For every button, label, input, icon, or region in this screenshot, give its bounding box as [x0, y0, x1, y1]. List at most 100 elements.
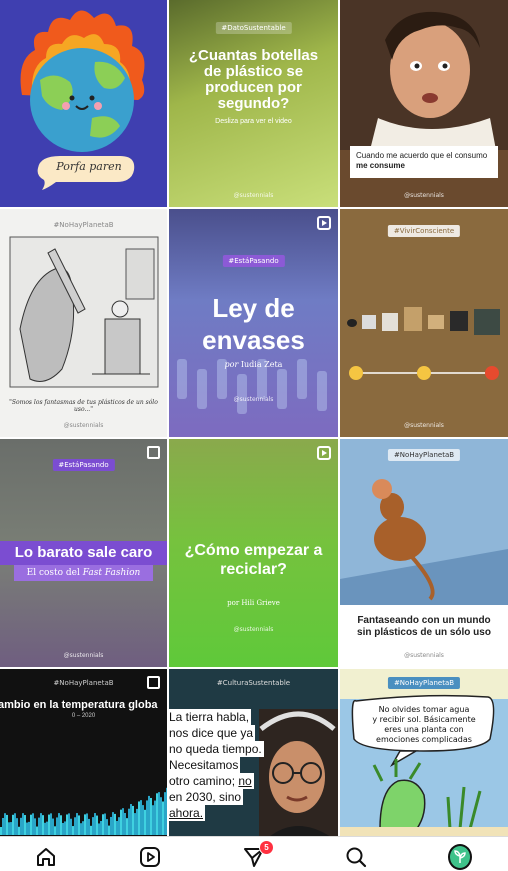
cartoon-caption: "Somos los fantasmas de tus plásticos de…: [9, 399, 158, 413]
temperature-stripe: [34, 818, 36, 835]
speech-bubble-text: Porfa paren: [56, 160, 122, 173]
hashtag-badge: #EstáPasando: [222, 255, 285, 267]
temperature-stripe: [124, 813, 126, 835]
temperature-stripe: [134, 813, 136, 835]
packaging-items-illustration: [347, 307, 500, 380]
temperature-stripe: [164, 792, 166, 835]
post-fast-fashion[interactable]: #EstáPasando Lo barato sale caro El cost…: [0, 439, 167, 667]
temperature-stripe: [44, 822, 46, 835]
post-renaissance-meme[interactable]: Cuando me acuerdo que el consumo me cons…: [340, 0, 508, 207]
quote-line-5: otro camino; no: [169, 773, 254, 789]
temperature-stripe: [58, 813, 60, 835]
temperature-stripe: [70, 818, 72, 835]
temperature-stripe: [118, 817, 120, 835]
temperature-stripe: [72, 826, 74, 835]
temperature-stripe: [54, 826, 56, 835]
temperature-stripe: [166, 787, 167, 835]
post-como-reciclar[interactable]: ¿Cómo empezar a reciclar? por Hili Griev…: [169, 439, 338, 667]
temperature-stripe: [18, 826, 20, 835]
temperature-stripe: [86, 813, 88, 835]
temperature-stripe: [64, 821, 66, 835]
temperature-stripe: [48, 814, 50, 835]
temperature-stripe: [104, 813, 106, 835]
portrait-painting: [340, 0, 508, 207]
post-ley-de-envases[interactable]: #EstáPasando Ley de envases por Iudia Ze…: [169, 209, 338, 437]
home-icon: [37, 848, 55, 866]
temperature-stripe: [138, 801, 140, 835]
post-plant-comic[interactable]: #NoHayPlanetaB No olvides tomar agua y r…: [340, 669, 508, 837]
temperature-stripe: [114, 813, 116, 835]
temperature-stripe: [98, 823, 100, 835]
temperature-stripe: [14, 813, 16, 835]
temperature-stripe: [4, 813, 6, 835]
post-temperature-change[interactable]: #NoHayPlanetaB ambio en la temperatura g…: [0, 669, 167, 837]
nav-search[interactable]: [344, 845, 368, 869]
temperature-stripe: [154, 800, 156, 835]
nav-home[interactable]: [34, 845, 58, 869]
post-byline: por Hili Grieve: [227, 599, 280, 607]
reels-icon: [140, 847, 160, 867]
temperature-stripe: [142, 805, 144, 835]
credit-handle: @sustennials: [233, 192, 274, 199]
temperature-stripe: [22, 813, 24, 835]
temperature-stripe: [136, 808, 138, 835]
temperature-stripe: [128, 808, 130, 835]
temperature-stripe: [28, 821, 30, 835]
temperature-stripe: [80, 823, 82, 835]
burning-earth-illustration: [20, 10, 145, 190]
temperature-stripe: [60, 815, 62, 835]
post-title: ¿Cuantas botellas de plástico se produce…: [188, 47, 319, 112]
temperature-stripe: [10, 822, 12, 835]
temperature-stripe: [2, 817, 4, 835]
nav-profile[interactable]: [448, 844, 472, 870]
temperature-stripe: [158, 792, 160, 835]
temperature-stripe: [122, 808, 124, 835]
nav-reels[interactable]: [138, 845, 162, 869]
hashtag-badge: #DatoSustentable: [215, 22, 292, 34]
temperature-stripe: [126, 818, 128, 835]
temperature-stripe: [102, 814, 104, 835]
meme-caption: Cuando me acuerdo que el consumo me cons…: [356, 151, 488, 170]
temperature-stripe: [52, 818, 54, 835]
post-title-line1: Ley de: [212, 293, 295, 323]
credit-handle: @sustennials: [63, 422, 104, 429]
nav-messages[interactable]: 5: [242, 840, 274, 869]
temperature-stripe: [32, 813, 34, 835]
reel-icon: [317, 446, 331, 460]
temperature-stripe: [46, 821, 48, 835]
post-title: Lo barato sale caro: [0, 541, 167, 565]
temperature-stripe: [108, 825, 110, 835]
post-cultura-sustentable[interactable]: #CulturaSustentable La tierra habla, nos…: [169, 669, 338, 837]
multiple-images-icon: [147, 446, 160, 459]
post-subtitle: El costo del Fast Fashion: [14, 565, 153, 581]
reel-icon: [317, 216, 331, 230]
speech-bubble-text: No olvides tomar agua y recibir sol. Bás…: [372, 705, 476, 744]
post-title-line2: envases: [202, 325, 305, 355]
post-caption: Fantaseando con un mundo sin plásticos d…: [357, 615, 491, 638]
post-earth-on-fire[interactable]: Porfa paren: [0, 0, 167, 207]
temperature-stripe: [156, 793, 158, 835]
temperature-stripe: [8, 822, 10, 835]
temperature-stripe: [26, 822, 28, 835]
temperature-stripe: [50, 813, 52, 835]
temperature-stripe: [148, 795, 150, 835]
temperature-stripe: [110, 816, 112, 835]
temperature-stripe: [130, 804, 132, 835]
temperature-stripe: [90, 825, 92, 835]
temperature-stripe: [150, 797, 152, 835]
post-plastic-ghosts[interactable]: #NoHayPlanetaB "Somos los fantasmas de t…: [0, 209, 167, 437]
credit-handle: @sustennials: [404, 652, 444, 659]
temperature-stripe: [24, 815, 26, 835]
notification-badge: 5: [259, 840, 274, 855]
temperature-stripe: [160, 797, 162, 835]
post-byline: por Iudia Zeta: [224, 360, 283, 369]
post-packaging-scale[interactable]: #VivirConsciente @sustennials: [340, 209, 508, 437]
temperature-stripe: [42, 815, 44, 835]
temperature-stripes-chart: [0, 787, 167, 835]
post-fantaseando[interactable]: #NoHayPlanetaB Fantaseando con un mundo …: [340, 439, 508, 667]
mouse-cartoon-illustration: [340, 479, 508, 605]
quote-text: La tierra habla, nos dice que ya no qued…: [169, 709, 264, 821]
post-bottles-per-second[interactable]: #DatoSustentable ¿Cuantas botellas de pl…: [169, 0, 338, 207]
hashtag-badge: #VivirConsciente: [387, 225, 461, 237]
temperature-stripe: [62, 822, 64, 835]
